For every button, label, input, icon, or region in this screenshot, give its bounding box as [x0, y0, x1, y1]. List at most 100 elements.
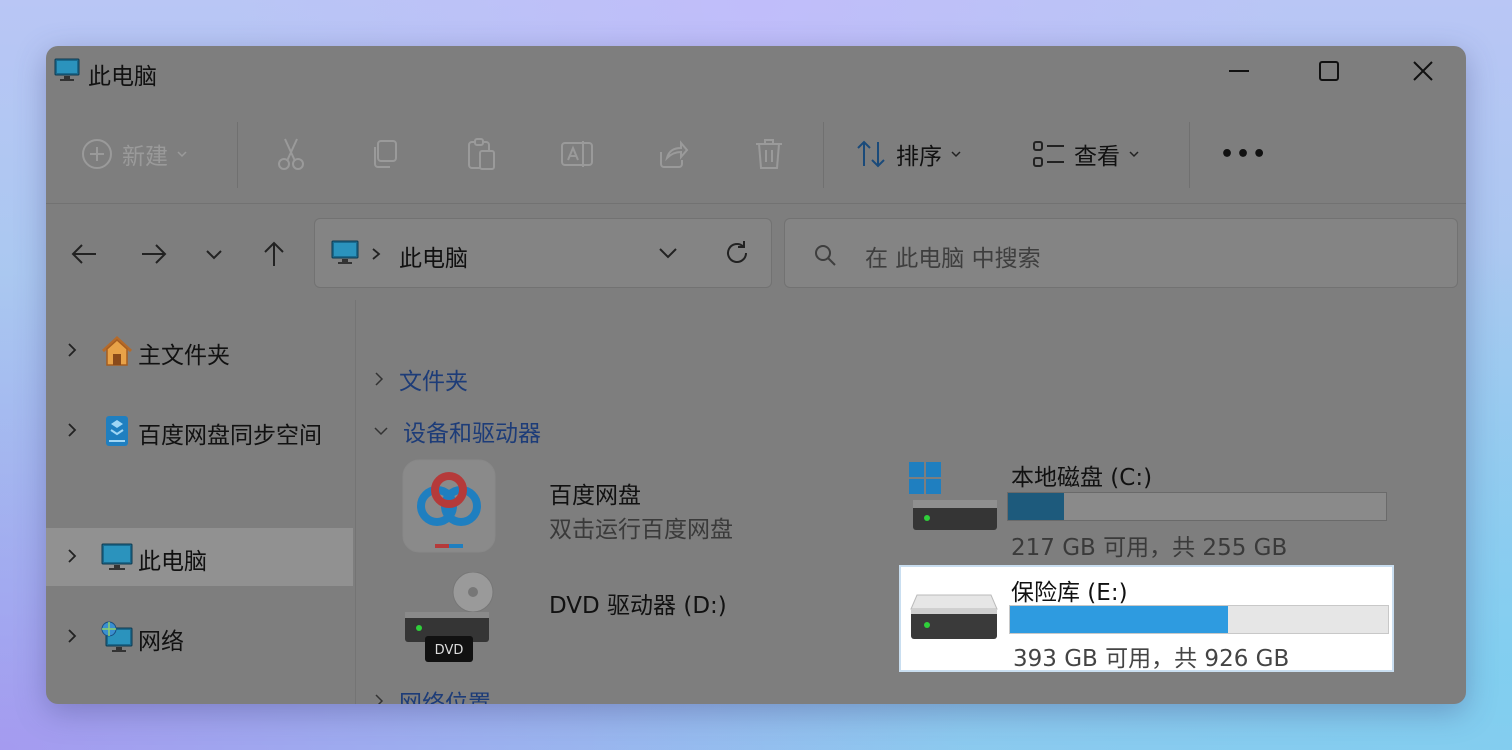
group-devices-label: 设备和驱动器 — [403, 421, 541, 447]
sidebar-item-this-pc[interactable]: 此电脑 — [46, 528, 353, 586]
close-button[interactable] — [1376, 46, 1466, 96]
sort-label: 排序 — [896, 144, 942, 170]
baidu-netdisk-item[interactable]: 百度网盘 双击运行百度网盘 — [397, 458, 817, 554]
baidu-netdisk-icon — [402, 459, 496, 553]
baidu-sync-icon — [106, 416, 128, 446]
content-pane: 文件夹 设备和驱动器 百度网盘 双击运行百度网盘 DVD DVD 驱动器 (D:… — [357, 300, 1466, 704]
chevron-down-icon — [177, 151, 187, 158]
drive-e-space: 393 GB 可用，共 926 GB — [1013, 646, 1290, 672]
group-devices[interactable]: 设备和驱动器 — [373, 414, 541, 448]
dvd-badge: DVD — [435, 643, 464, 658]
search-box[interactable]: 在 此电脑 中搜索 — [784, 218, 1458, 288]
view-label: 查看 — [1074, 144, 1120, 170]
paste-button[interactable] — [464, 134, 498, 174]
maximize-icon — [1319, 61, 1339, 81]
address-current[interactable]: 此电脑 — [399, 239, 468, 273]
monitor-icon — [54, 58, 80, 81]
sidebar-item-label: 网络 — [138, 629, 184, 655]
window-title: 此电脑 — [88, 64, 157, 90]
dvd-drive-item[interactable]: DVD DVD 驱动器 (D:) — [397, 572, 817, 664]
share-icon — [656, 137, 690, 171]
navigation-pane: 主文件夹 百度网盘同步空间 此电脑 网络 — [46, 300, 356, 704]
sort-button[interactable]: 排序 — [854, 134, 962, 174]
back-button[interactable] — [64, 236, 104, 272]
new-label: 新建 — [122, 144, 168, 170]
up-button[interactable] — [254, 236, 294, 272]
drive-c-space: 217 GB 可用，共 255 GB — [1011, 535, 1288, 561]
toolbar-separator — [237, 122, 238, 188]
sidebar-item-label: 此电脑 — [138, 549, 207, 575]
group-network-locations[interactable]: 网络位置 — [373, 684, 491, 704]
chevron-right-icon — [375, 694, 384, 704]
copy-button[interactable] — [368, 134, 402, 174]
toolbar-separator — [823, 122, 824, 188]
drive-icon — [910, 594, 998, 639]
baidu-netdisk-name: 百度网盘 — [549, 483, 641, 509]
windows-drive-icon — [909, 462, 997, 530]
cut-button[interactable] — [274, 134, 308, 174]
sidebar-item-baidu-sync[interactable]: 百度网盘同步空间 — [46, 402, 353, 460]
command-bar: 新建 排序 查看 ••• — [46, 104, 1466, 204]
drive-c-usage-bar — [1007, 492, 1387, 521]
rename-icon — [560, 137, 594, 171]
plus-circle-icon — [80, 137, 114, 171]
baidu-netdisk-subtitle: 双击运行百度网盘 — [549, 517, 733, 543]
recent-locations-button[interactable] — [194, 236, 234, 272]
drive-c-item[interactable]: 本地磁盘 (C:) 217 GB 可用，共 255 GB — [903, 458, 1393, 561]
chevron-right-icon — [372, 248, 381, 260]
group-network-label: 网络位置 — [399, 691, 491, 704]
chevron-right-icon[interactable] — [66, 547, 78, 565]
new-button[interactable]: 新建 — [80, 134, 188, 174]
home-icon — [101, 335, 133, 366]
minimize-button[interactable] — [1192, 46, 1286, 96]
monitor-icon — [331, 240, 359, 264]
chevron-down-icon — [374, 427, 388, 436]
rename-button[interactable] — [560, 134, 594, 174]
drive-c-usage-fill — [1008, 493, 1065, 520]
view-button[interactable]: 查看 — [1032, 134, 1140, 174]
sidebar-item-label: 主文件夹 — [138, 343, 230, 369]
maximize-button[interactable] — [1282, 46, 1376, 96]
chevron-right-icon — [375, 372, 384, 386]
drive-e-item[interactable]: 保险库 (E:) 393 GB 可用，共 926 GB — [899, 565, 1394, 672]
dvd-drive-name: DVD 驱动器 (D:) — [549, 593, 727, 619]
more-options-button[interactable]: ••• — [1220, 134, 1268, 174]
toolbar-separator — [1189, 122, 1190, 188]
delete-icon — [752, 137, 786, 171]
chevron-right-icon[interactable] — [66, 341, 78, 359]
sidebar-item-network[interactable]: 网络 — [46, 608, 353, 666]
title-bar: 此电脑 — [46, 46, 1466, 96]
view-icon — [1032, 137, 1066, 171]
sidebar-item-home[interactable]: 主文件夹 — [46, 322, 353, 380]
chevron-down-icon — [206, 250, 222, 260]
arrow-left-icon — [71, 244, 96, 264]
search-icon — [815, 245, 836, 266]
file-explorer-window: 此电脑 新建 排序 查看 ••• 此电脑 在 此电脑 中搜索 主文件夹 百度网盘… — [46, 46, 1466, 704]
dvd-drive-icon: DVD — [405, 572, 494, 662]
search-placeholder: 在 此电脑 中搜索 — [865, 246, 1041, 272]
sort-icon — [854, 137, 888, 171]
address-bar[interactable]: 此电脑 — [314, 218, 772, 288]
chevron-down-icon — [951, 151, 961, 158]
drive-e-usage-bar — [1009, 605, 1389, 634]
network-icon — [101, 621, 133, 652]
chevron-down-icon[interactable] — [657, 245, 679, 261]
paste-icon — [464, 137, 498, 171]
sidebar-item-label: 百度网盘同步空间 — [138, 423, 322, 449]
close-icon — [1413, 61, 1433, 81]
drive-e-usage-fill — [1010, 606, 1228, 633]
group-folders[interactable]: 文件夹 — [373, 362, 468, 396]
refresh-icon[interactable] — [723, 239, 751, 267]
drive-e-name: 保险库 (E:) — [1011, 580, 1128, 606]
arrow-up-icon — [264, 241, 284, 266]
share-button[interactable] — [656, 134, 690, 174]
chevron-right-icon[interactable] — [66, 627, 78, 645]
chevron-right-icon[interactable] — [66, 421, 78, 439]
forward-button[interactable] — [134, 236, 174, 272]
drive-c-name: 本地磁盘 (C:) — [1011, 465, 1153, 491]
delete-button[interactable] — [752, 134, 786, 174]
arrow-right-icon — [142, 244, 167, 264]
copy-icon — [368, 137, 402, 171]
group-folders-label: 文件夹 — [399, 369, 468, 395]
chevron-down-icon — [1129, 151, 1139, 158]
